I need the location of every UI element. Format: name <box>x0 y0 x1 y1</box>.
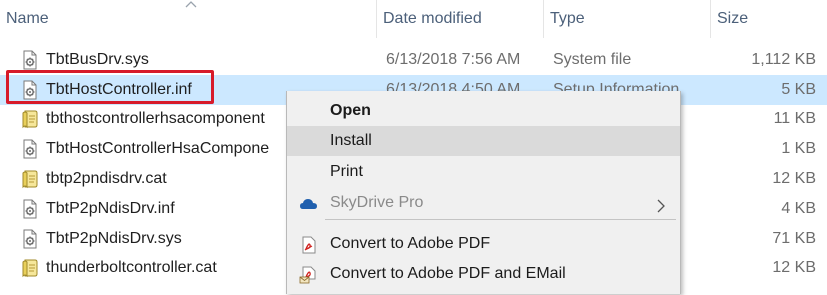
column-header-size[interactable]: Size <box>711 0 827 38</box>
context-menu: Open Install Print SkyDrive Pro Convert to A… <box>286 91 681 294</box>
file-size: 11 KB <box>773 110 816 127</box>
menu-item-label: Convert to Adobe PDF and EMail <box>330 265 566 282</box>
setup-information-file-icon <box>20 199 40 219</box>
column-header-date-modified[interactable]: Date modified <box>377 0 543 38</box>
setup-information-file-icon <box>20 139 40 159</box>
column-header: Name Date modified Type Size <box>0 0 827 38</box>
menu-divider <box>325 219 676 220</box>
menu-item-label: Print <box>330 163 363 180</box>
menu-item-label: SkyDrive Pro <box>330 194 424 211</box>
file-size: 1 KB <box>781 140 816 157</box>
menu-item-convert-to-adobe-pdf-and-email[interactable]: Convert to Adobe PDF and EMail <box>287 259 680 289</box>
menu-item-convert-to-adobe-pdf[interactable]: Convert to Adobe PDF <box>287 229 680 259</box>
file-size: 5 KB <box>781 81 816 98</box>
menu-item-label: Install <box>330 132 372 149</box>
file-date-modified: 6/13/2018 7:56 AM <box>386 51 521 68</box>
menu-item-label: Open <box>330 102 371 119</box>
file-size: 4 KB <box>781 200 816 217</box>
file-name: TbtHostControllerHsaCompone <box>46 140 270 157</box>
menu-item-print[interactable]: Print <box>287 157 680 187</box>
file-name: TbtP2pNdisDrv.inf <box>46 200 175 217</box>
column-header-type[interactable]: Type <box>544 0 710 38</box>
skydrive-cloud-icon <box>299 194 319 212</box>
annotation-highlight-box <box>6 70 214 104</box>
chevron-right-icon <box>656 195 666 213</box>
menu-item-install[interactable]: Install <box>287 126 680 156</box>
file-name: tbthostcontrollerhsacomponent <box>46 110 265 127</box>
system-file-icon <box>20 229 40 249</box>
file-size: 1,112 KB <box>751 51 816 68</box>
file-name: thunderboltcontroller.cat <box>46 259 217 276</box>
file-name: tbtp2pndisdrv.cat <box>46 170 167 187</box>
adobe-pdf-icon <box>299 235 319 254</box>
file-name: TbtP2pNdisDrv.sys <box>46 230 182 247</box>
file-size: 71 KB <box>772 230 816 247</box>
menu-item-open[interactable]: Open <box>287 96 680 126</box>
adobe-pdf-email-icon <box>299 265 319 284</box>
catalog-file-icon <box>20 109 40 129</box>
catalog-file-icon <box>20 258 40 278</box>
menu-item-label: Convert to Adobe PDF <box>330 235 491 252</box>
catalog-file-icon <box>20 169 40 189</box>
column-header-name[interactable]: Name <box>0 0 376 38</box>
menu-item-skydrive-pro[interactable]: SkyDrive Pro <box>287 188 680 218</box>
file-size: 12 KB <box>772 259 816 276</box>
file-size: 12 KB <box>772 170 816 187</box>
system-file-icon <box>20 50 40 70</box>
